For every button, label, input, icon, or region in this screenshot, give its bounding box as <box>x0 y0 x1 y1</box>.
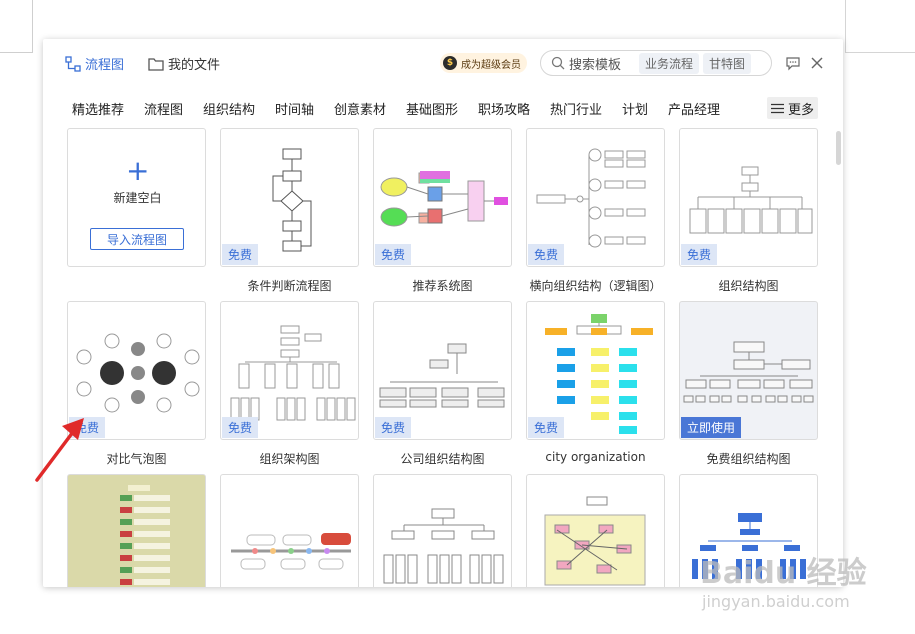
template-card[interactable]: 免费 <box>220 128 359 267</box>
coin-icon: $ <box>443 56 457 70</box>
template-label: 组织架构图 <box>259 452 320 466</box>
template-card[interactable] <box>526 474 665 587</box>
template-label: 对比气泡图 <box>106 452 167 466</box>
template-card[interactable] <box>67 474 206 587</box>
free-badge: 免费 <box>528 417 565 438</box>
template-label: 横向组织结构（逻辑图） <box>529 279 662 293</box>
document-margin-line <box>0 52 33 53</box>
category-basic-shapes[interactable]: 基础图形 <box>406 99 458 118</box>
use-now-badge[interactable]: 立即使用 <box>681 417 742 438</box>
new-blank-label: 新建空白 <box>113 191 162 205</box>
category-hot-industry[interactable]: 热门行业 <box>550 99 602 118</box>
template-thumbnail <box>383 508 504 584</box>
vertical-scrollbar[interactable] <box>836 131 841 165</box>
watermark-url: jingyan.baidu.com <box>702 592 850 611</box>
template-thumbnail <box>544 496 646 586</box>
category-timeline[interactable]: 时间轴 <box>275 99 314 118</box>
free-badge: 免费 <box>69 417 106 438</box>
free-badge: 免费 <box>222 244 259 265</box>
vip-label: 成为超级会员 <box>461 59 521 71</box>
plus-icon: + <box>126 154 150 187</box>
template-card[interactable]: 免费 <box>373 128 512 267</box>
free-badge: 免费 <box>681 244 718 265</box>
menu-icon <box>770 103 784 113</box>
tab-flowchart[interactable]: 流程图 <box>65 54 124 73</box>
category-bar: 精选推荐 流程图 组织结构 时间轴 创意素材 基础图形 职场攻略 热门行业 计划… <box>43 95 843 121</box>
template-label: 公司组织结构图 <box>400 452 485 466</box>
template-card[interactable] <box>220 474 359 587</box>
template-label: 推荐系统图 <box>412 279 473 293</box>
template-card[interactable]: 免费 <box>679 128 818 267</box>
close-icon[interactable] <box>810 56 824 70</box>
more-categories-button[interactable]: 更多 <box>767 97 818 119</box>
category-plan[interactable]: 计划 <box>622 99 648 118</box>
template-card[interactable]: 免费 <box>526 128 665 267</box>
template-dialog: 流程图 我的文件 $ 成为超级会员 搜索模板 业务流程 甘特图 精选推荐 流程图… <box>43 39 843 587</box>
category-product-manager[interactable]: 产品经理 <box>668 99 720 118</box>
document-margin-line <box>32 0 33 52</box>
free-badge: 免费 <box>375 417 412 438</box>
template-card[interactable]: 免费 <box>220 301 359 440</box>
template-card[interactable]: 立即使用 <box>679 301 818 440</box>
free-badge: 免费 <box>528 244 565 265</box>
new-blank-card[interactable]: + 新建空白 导入流程图 <box>67 128 206 267</box>
search-chip-business[interactable]: 业务流程 <box>639 52 700 74</box>
category-workplace[interactable]: 职场攻略 <box>478 99 530 118</box>
watermark-logo: Baidu 经验 <box>700 556 867 591</box>
folder-icon <box>148 57 164 71</box>
free-badge: 免费 <box>375 244 412 265</box>
more-label: 更多 <box>787 102 814 118</box>
document-margin-line <box>845 52 915 53</box>
tab-my-files[interactable]: 我的文件 <box>148 54 220 73</box>
search-chip-gantt[interactable]: 甘特图 <box>703 52 752 74</box>
template-card[interactable] <box>373 474 512 587</box>
category-org-structure[interactable]: 组织结构 <box>203 99 255 118</box>
template-card[interactable]: 免费 <box>373 301 512 440</box>
category-flowchart[interactable]: 流程图 <box>144 99 183 118</box>
category-creative[interactable]: 创意素材 <box>334 99 386 118</box>
flowchart-icon <box>65 55 81 72</box>
template-label: 免费组织结构图 <box>706 452 791 466</box>
template-thumbnail <box>231 533 351 570</box>
chat-icon[interactable] <box>785 55 801 71</box>
search-box[interactable]: 搜索模板 业务流程 甘特图 <box>540 50 772 76</box>
free-badge: 免费 <box>222 417 259 438</box>
search-input[interactable]: 搜索模板 <box>569 54 639 73</box>
category-featured[interactable]: 精选推荐 <box>72 99 124 118</box>
template-card[interactable]: 免费 <box>526 301 665 440</box>
template-card[interactable]: 免费 <box>67 301 206 440</box>
template-label: 条件判断流程图 <box>247 279 332 293</box>
template-label: city organization <box>545 450 646 464</box>
template-thumbnail <box>120 485 170 585</box>
document-margin-line <box>845 0 846 52</box>
import-flowchart-button[interactable]: 导入流程图 <box>90 228 184 250</box>
template-label: 组织结构图 <box>718 279 779 293</box>
tab-flowchart-label: 流程图 <box>85 58 125 73</box>
dialog-header: 流程图 我的文件 $ 成为超级会员 搜索模板 业务流程 甘特图 <box>43 39 843 89</box>
vip-button[interactable]: $ 成为超级会员 <box>440 53 527 73</box>
search-icon <box>551 56 565 70</box>
tab-my-files-label: 我的文件 <box>168 58 221 73</box>
